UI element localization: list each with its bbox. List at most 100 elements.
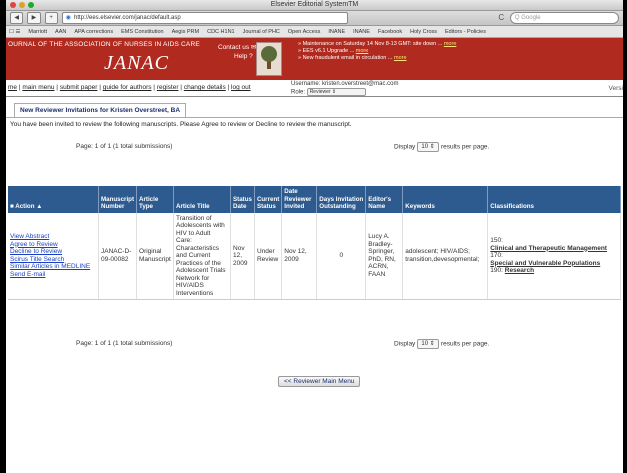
send-email-link[interactable]: Send E-mail xyxy=(10,271,96,279)
bookmark-item[interactable]: INANE xyxy=(353,29,370,35)
col-editor-name-header[interactable]: Editor's Name xyxy=(365,186,404,213)
classification-label[interactable]: Clinical and Therapeutic Management xyxy=(490,245,607,252)
tab-bar: New Reviewer Invitations for Kristen Ove… xyxy=(6,97,623,118)
announcement-item: » EES v6.1 Upgrade ... more xyxy=(298,48,369,54)
more-link[interactable]: more xyxy=(444,41,457,47)
contact-us-link[interactable]: Contact us xyxy=(218,44,249,51)
site-nav: me | main menu | submit paper | guide fo… xyxy=(6,80,623,97)
pagination-bottom: Page: 1 of 1 (1 total submissions) xyxy=(76,340,173,347)
address-bar-url: http://ees.elsevier.com/janac/default.as… xyxy=(74,15,181,21)
col-status-date-header[interactable]: Status Date xyxy=(230,186,255,213)
col-article-title-header[interactable]: Article Title xyxy=(173,186,232,213)
current-status-cell: Under Review xyxy=(254,212,283,300)
display-control-top: Display 10 ⇕ results per page. xyxy=(394,142,489,152)
table-row: View Abstract Agree to Review Decline to… xyxy=(8,212,621,300)
bookmark-item[interactable]: AAN xyxy=(55,29,66,35)
scirus-title-search-link[interactable]: Scirus Title Search xyxy=(10,256,96,264)
nav-register-link[interactable]: register xyxy=(157,84,179,91)
days-outstanding-cell: 0 xyxy=(316,212,367,300)
col-days-outstanding-header[interactable]: Days Invitation Outstanding xyxy=(316,186,367,213)
search-icon: Q xyxy=(514,15,520,21)
nav-main-menu-link[interactable]: main menu xyxy=(22,84,54,91)
username-value: kristen.overstreet@mac.com xyxy=(322,81,399,87)
bookmark-item[interactable]: CDC H1N1 xyxy=(207,29,235,35)
more-link[interactable]: more xyxy=(356,48,369,54)
col-current-status-header[interactable]: Current Status xyxy=(254,186,283,213)
agree-to-review-link[interactable]: Agree to Review xyxy=(10,241,96,249)
manuscript-number-cell: JANAC-D-09-00082 xyxy=(98,212,138,300)
nav-home-link[interactable]: me xyxy=(8,84,17,91)
classification-label[interactable]: Research xyxy=(505,267,534,274)
bookmark-item[interactable]: Journal of PHC xyxy=(243,29,280,35)
announcement-item: » Maintenance on Saturday 14 Nov 8-13 GM… xyxy=(298,41,457,47)
decline-to-review-link[interactable]: Decline to Review xyxy=(10,248,96,256)
contact-help: Contact us ✉ Help ? xyxy=(218,43,256,61)
reviewer-main-menu-button[interactable]: << Reviewer Main Menu xyxy=(278,376,361,387)
table-header-row: ■ Action ▲ Manuscript Number Article Typ… xyxy=(8,186,621,213)
role-select[interactable]: Reviewer ⇕ xyxy=(306,88,366,96)
bookmark-item[interactable]: Aegis PRM xyxy=(172,29,200,35)
display-label: Display xyxy=(394,143,416,151)
username-label: Username: xyxy=(291,81,321,87)
col-keywords-header[interactable]: Keywords xyxy=(402,186,489,213)
more-link[interactable]: more xyxy=(394,55,407,61)
elsevier-logo xyxy=(256,42,282,76)
date-invited-cell: Nov 12, 2009 xyxy=(281,212,318,300)
bookmark-item[interactable]: APA corrections xyxy=(74,29,113,35)
keywords-cell: adolescent; HIV/AIDS; transition,devesop… xyxy=(402,212,489,300)
classification-label[interactable]: Special and Vulnerable Populations xyxy=(490,260,600,267)
journal-logo: JANAC xyxy=(104,52,169,74)
bookmark-item[interactable]: Facebook xyxy=(378,29,402,35)
main-content: New Reviewer Invitations for Kristen Ove… xyxy=(6,97,623,152)
nav-logout-link[interactable]: log out xyxy=(231,84,251,91)
window-title: Elsevier Editorial SystemTM xyxy=(270,1,359,8)
add-bookmark-button[interactable]: + xyxy=(44,12,58,24)
article-title-cell: Transition of Adolescents with HIV to Ad… xyxy=(173,212,232,300)
version-label: Versi xyxy=(608,85,623,92)
col-manuscript-number-header[interactable]: Manuscript Number xyxy=(98,186,138,213)
back-button[interactable]: ◀ xyxy=(10,12,24,24)
intro-text: You have been invited to review the foll… xyxy=(10,121,352,128)
browser-toolbar: ◀ ▶ + ◉ http://ees.elsevier.com/janac/de… xyxy=(6,11,623,26)
bookmark-item[interactable]: EMS Constitution xyxy=(121,29,164,35)
bookmark-item[interactable]: Editors - Policies xyxy=(445,29,486,35)
role-label: Role: xyxy=(291,89,306,96)
invitations-table: ■ Action ▲ Manuscript Number Article Typ… xyxy=(8,186,621,300)
classification-code: 190: xyxy=(490,267,503,274)
bookmark-item[interactable]: Marriott xyxy=(28,29,47,35)
bookmark-item[interactable]: Holy Cross xyxy=(410,29,437,35)
col-action-header[interactable]: ■ Action ▲ xyxy=(8,186,99,213)
tree-icon xyxy=(261,46,277,69)
bookmarks-icon[interactable]: ☐ ☰ xyxy=(9,29,20,35)
view-abstract-link[interactable]: View Abstract xyxy=(10,233,96,241)
user-info: Username: kristen.overstreet@mac.com Rol… xyxy=(291,81,398,97)
classifications-cell: 150: Clinical and Therapeutic Management… xyxy=(487,212,621,300)
bookmarks-bar: ☐ ☰ Marriott AAN APA corrections EMS Con… xyxy=(6,26,623,38)
col-date-invited-header[interactable]: Date Reviewer Invited xyxy=(281,186,318,213)
col-classifications-header[interactable]: Classifications xyxy=(487,186,621,213)
help-link[interactable]: Help ? xyxy=(218,52,256,61)
similar-articles-medline-link[interactable]: Similar Articles in MEDLINE xyxy=(10,263,96,271)
display-control-bottom: Display 10 ⇕ results per page. xyxy=(394,339,489,349)
classification-code: 170: xyxy=(490,252,503,259)
nav-guide-link[interactable]: guide for authors xyxy=(103,84,152,91)
nav-links: me | main menu | submit paper | guide fo… xyxy=(8,84,251,91)
address-bar[interactable]: ◉ http://ees.elsevier.com/janac/default.… xyxy=(61,12,348,24)
nav-submit-paper-link[interactable]: submit paper xyxy=(60,84,98,91)
bookmark-item[interactable]: Open Access xyxy=(288,29,320,35)
results-per-page-select[interactable]: 10 ⇕ xyxy=(417,142,440,152)
display-suffix: results per page. xyxy=(440,340,490,348)
results-per-page-select[interactable]: 10 ⇕ xyxy=(417,339,440,349)
journal-name: OURNAL OF THE ASSOCIATION OF NURSES IN A… xyxy=(8,41,200,48)
tab-new-reviewer-invitations[interactable]: New Reviewer Invitations for Kristen Ove… xyxy=(14,103,187,117)
browser-window: Elsevier Editorial SystemTM ◀ ▶ + ◉ http… xyxy=(6,0,623,473)
announcement-item: » New fraudulent email in circulation ..… xyxy=(298,55,407,61)
nav-change-details-link[interactable]: change details xyxy=(184,84,226,91)
search-input[interactable]: Q Google xyxy=(509,12,620,24)
site-icon: ◉ xyxy=(65,15,71,21)
forward-button[interactable]: ▶ xyxy=(27,12,41,24)
bookmark-item[interactable]: INANE xyxy=(328,29,345,35)
search-placeholder: Google xyxy=(521,15,541,21)
reload-icon[interactable]: C xyxy=(497,13,506,23)
col-article-type-header[interactable]: Article Type xyxy=(136,186,175,213)
